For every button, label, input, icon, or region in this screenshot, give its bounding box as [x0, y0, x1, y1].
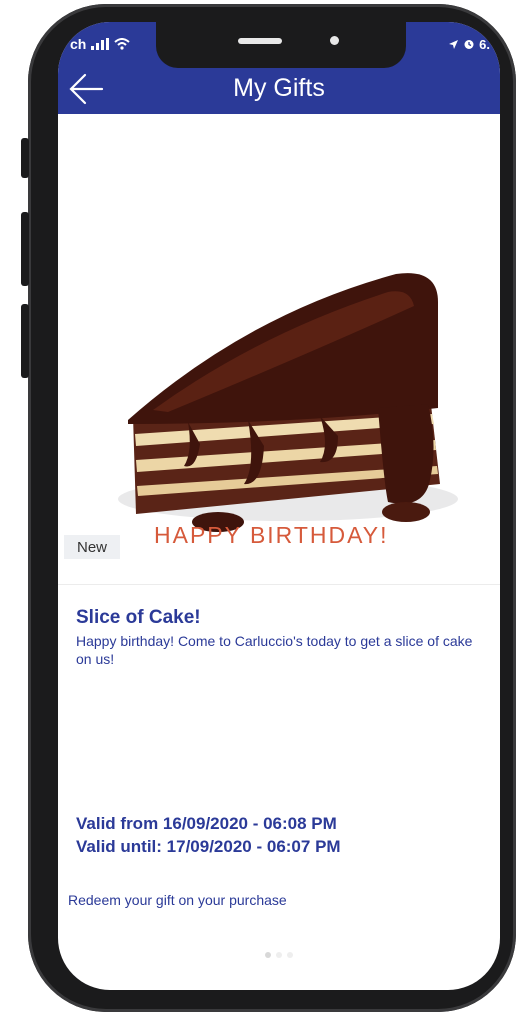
volume-down-button — [21, 304, 29, 378]
redeem-note: Redeem your gift on your purchase — [68, 892, 287, 908]
volume-up-button — [21, 212, 29, 286]
mute-switch — [21, 138, 29, 178]
card-divider — [58, 584, 500, 585]
device-notch — [156, 22, 406, 68]
page-dot[interactable] — [276, 952, 282, 958]
app-header: ch 6. My Gifts — [58, 22, 500, 114]
signal-icon — [91, 38, 110, 50]
battery-level-label: 6. — [479, 36, 490, 52]
gift-image-caption: HAPPY BIRTHDAY! — [154, 522, 389, 548]
page-indicator[interactable] — [58, 952, 500, 958]
front-camera — [330, 36, 339, 45]
speaker-grille — [238, 38, 282, 44]
new-badge: New — [64, 535, 120, 559]
cake-illustration — [118, 273, 458, 532]
page-dot[interactable] — [287, 952, 293, 958]
screen: ch 6. My Gifts HAPPY BIRTHDAY! New Slice… — [58, 22, 500, 990]
carrier-label: ch — [70, 36, 87, 52]
location-icon — [449, 39, 459, 49]
valid-until-label: Valid until: 17/09/2020 - 06:07 PM — [76, 837, 341, 856]
gift-title: Slice of Cake! — [76, 607, 201, 628]
alarm-icon — [464, 40, 474, 49]
wifi-icon — [114, 38, 130, 50]
valid-from-label: Valid from 16/09/2020 - 06:08 PM — [76, 814, 337, 833]
page-title: My Gifts — [233, 74, 325, 102]
gift-description: Happy birthday! Come to Carluccio's toda… — [76, 633, 473, 667]
page-dot[interactable] — [265, 952, 271, 958]
gift-image — [58, 114, 500, 584]
